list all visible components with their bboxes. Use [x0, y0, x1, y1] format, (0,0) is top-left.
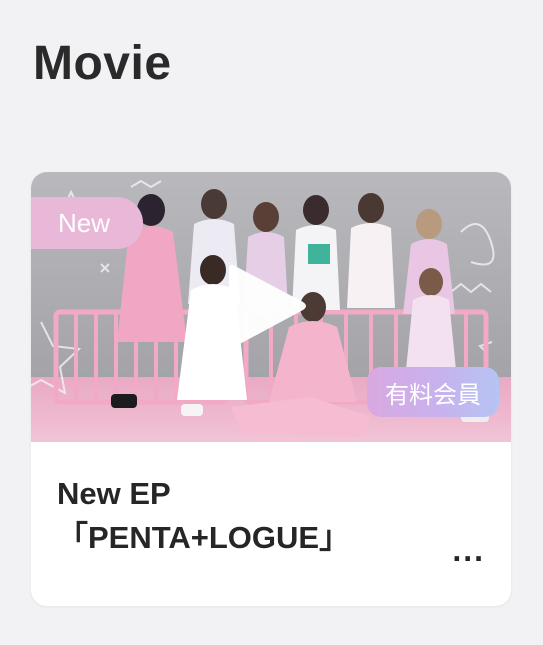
movie-section: Movie New 有料会員 New EP 「PENTA+LOGUE」 ... [0, 0, 543, 645]
movie-card[interactable]: New 有料会員 New EP 「PENTA+LOGUE」 ... [31, 172, 511, 606]
movie-thumbnail[interactable]: New 有料会員 [31, 172, 511, 442]
new-badge: New [31, 197, 143, 249]
more-dots-icon[interactable]: ... [452, 532, 485, 569]
section-title: Movie [33, 37, 172, 90]
paid-member-badge: 有料会員 [367, 367, 499, 417]
movie-title-line-1: New EP [57, 476, 171, 511]
play-icon[interactable] [227, 260, 309, 352]
movie-title-line-2: 「PENTA+LOGUE」 [57, 520, 351, 556]
movie-title[interactable]: New EP 「PENTA+LOGUE」 [57, 472, 485, 560]
